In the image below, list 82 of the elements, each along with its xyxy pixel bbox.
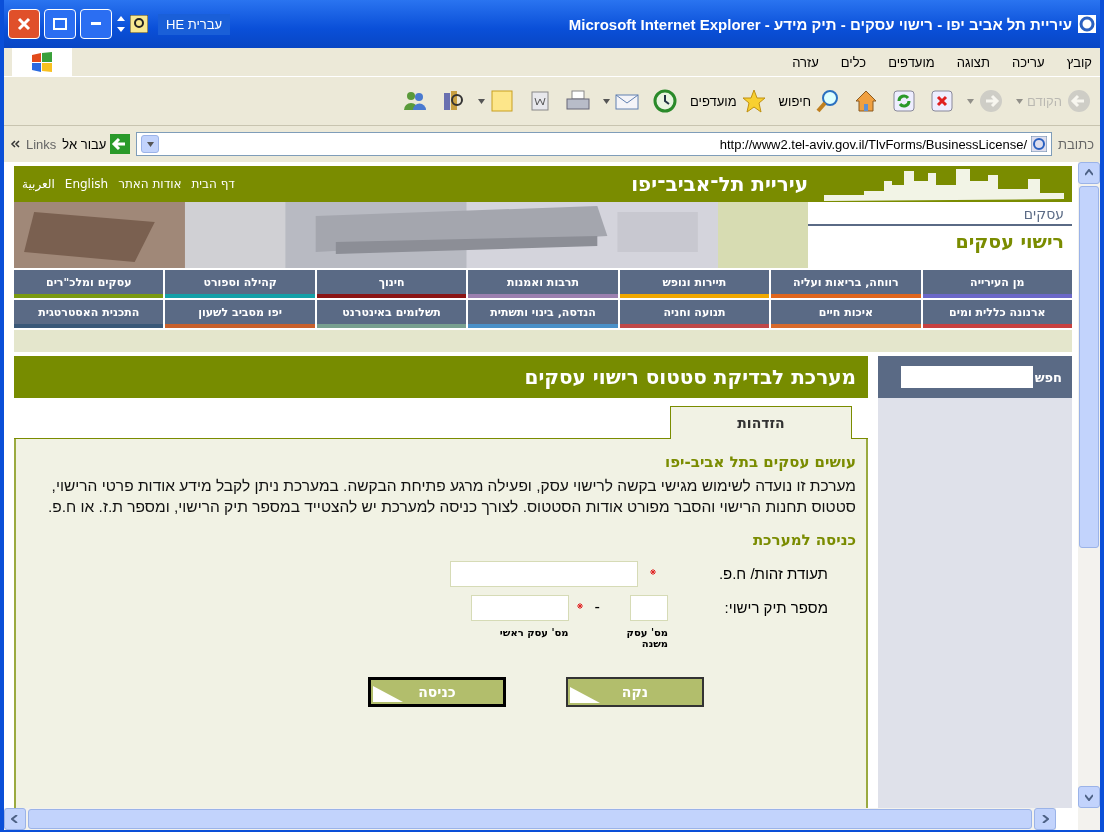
dropdown-arrow-icon[interactable] (603, 98, 611, 104)
minimize-icon (91, 22, 101, 26)
dropdown-button[interactable] (141, 135, 160, 153)
intro-paragraph: מערכת זו נועדה לשימוש מגישי בקשה לרישוי עסק, ופעילה מרגע פתיחת הבקשה. במערכת ניתן לקבל מידע אודות פרטי הרישוי, סטטוס תחנות הרישוי והסבר מפורט אודות הסטטוס. לצורך כניסה למערכת יש להצטייד במספר תיק הרישוי, ומספר ת.ז. או ח.פ. (46, 476, 856, 517)
top-link[interactable]: אודות האתר (118, 177, 182, 191)
favorites-tool[interactable]: מועדפים (690, 88, 767, 114)
vertical-scrollbar[interactable] (1078, 162, 1100, 830)
triangle-icon (570, 687, 600, 703)
address-label: כתובת (1058, 136, 1094, 152)
nav-link[interactable]: תשלומים באינטרנט (316, 300, 467, 328)
nav-link[interactable]: מן העירייה (922, 270, 1072, 298)
address-field[interactable]: http://www2.tel-aviv.gov.il/TlvForms/BusinessLicense/ (136, 132, 1053, 156)
tab[interactable]: הזדהות (670, 406, 852, 439)
stop-icon (929, 88, 956, 114)
chevron-icon[interactable] (10, 140, 20, 148)
menu-item[interactable]: עריכה (1011, 54, 1045, 70)
language-indicator[interactable]: HE עברית (158, 13, 231, 35)
id-field[interactable] (450, 561, 638, 587)
triangle-icon (373, 686, 403, 702)
site-title: עיריית תל־אביב־יפו (631, 172, 808, 196)
menu-item[interactable]: קובץ (1066, 54, 1092, 70)
section-label: עסקים (808, 206, 1072, 226)
search-label: חפש (1034, 369, 1062, 385)
menu-item[interactable]: מועדפים (888, 54, 935, 70)
dropdown-arrow-icon[interactable] (146, 141, 154, 147)
refresh-icon (891, 88, 918, 114)
nav-link[interactable]: חינוך (316, 270, 467, 298)
clock-icon (652, 88, 679, 114)
scroll-right-button[interactable] (1034, 808, 1056, 830)
star-icon (740, 88, 767, 114)
close-button[interactable] (8, 9, 40, 39)
license-label: מספר תיק רישוי: (723, 598, 828, 616)
separator: - (593, 597, 601, 618)
nav-link[interactable]: הנדסה, בינוי ותשתית (468, 300, 618, 328)
top-link[interactable]: English (64, 177, 109, 191)
minimize-button[interactable] (80, 9, 112, 39)
page-heading: מערכת לבדיקת סטטוס רישוי עסקים (14, 356, 868, 398)
nav-link[interactable]: עסקים ומלכ"רים (14, 270, 164, 298)
browser-icon (1078, 15, 1096, 33)
go-button[interactable]: עבור אל (62, 134, 131, 154)
window-title: עיריית תל אביב יפו - רישוי עסקים - תיק מידע - Microsoft Internet Explorer (568, 15, 1072, 33)
nav-link[interactable]: איכות חיים (771, 300, 921, 328)
stop-tool[interactable] (929, 88, 956, 114)
nav-link[interactable]: תיירות ונופש (619, 270, 770, 298)
maximize-button[interactable] (44, 9, 76, 39)
close-icon (17, 17, 31, 31)
links-button[interactable]: Links (26, 136, 57, 152)
maximize-icon (53, 18, 67, 30)
page-icon (1031, 136, 1048, 152)
nav-link[interactable]: קהילה וספורט (165, 270, 315, 298)
id-label: תעודת זהות/ ח.פ. (717, 564, 828, 582)
history-tool[interactable] (652, 88, 679, 114)
scroll-down-button[interactable] (1078, 786, 1100, 808)
top-link[interactable]: דף הבית (191, 177, 235, 191)
section-heading: עושים עסקים בתל אביב-יפו (664, 453, 856, 471)
secondary-number-field[interactable] (630, 595, 668, 621)
scrollbar-thumb[interactable] (1079, 186, 1099, 548)
scroll-left-button[interactable] (4, 808, 26, 830)
nav-link[interactable]: רווחה, בריאות ועליה (771, 270, 921, 298)
menu-item[interactable]: כלים (840, 54, 867, 70)
refresh-tool[interactable] (891, 88, 918, 114)
dropdown-arrow-icon[interactable] (478, 98, 486, 104)
field-caption: מס' עסק ראשי (498, 627, 569, 638)
top-link[interactable]: العربية (22, 177, 55, 191)
nav-link[interactable]: ארנונה כללית ומים (922, 300, 1072, 328)
field-caption: מס' עסק משנה (625, 627, 668, 649)
nav-link[interactable]: תרבות ואמנות (468, 270, 618, 298)
search-tool[interactable]: חיפוש (778, 88, 842, 114)
section-title: רישוי עסקים (954, 229, 1065, 255)
scroll-up-button[interactable] (1078, 162, 1100, 184)
help-icon[interactable] (130, 15, 148, 33)
nav-link[interactable]: יפו מסביב לשעון (165, 300, 315, 328)
nav-link[interactable]: תנועה וחניה (619, 300, 770, 328)
nav-link[interactable]: התכנית האסטרטגית (14, 300, 164, 328)
note-icon (489, 88, 516, 114)
windows-logo-icon (31, 52, 53, 72)
search-field[interactable] (900, 366, 1033, 388)
main-number-field[interactable] (470, 595, 569, 621)
menu-item[interactable]: תצוגה (956, 54, 990, 70)
menu-item[interactable]: עזרה (792, 54, 819, 70)
login-heading: כניסה למערכת (751, 531, 856, 549)
up-down-arrows-icon[interactable] (116, 15, 126, 33)
